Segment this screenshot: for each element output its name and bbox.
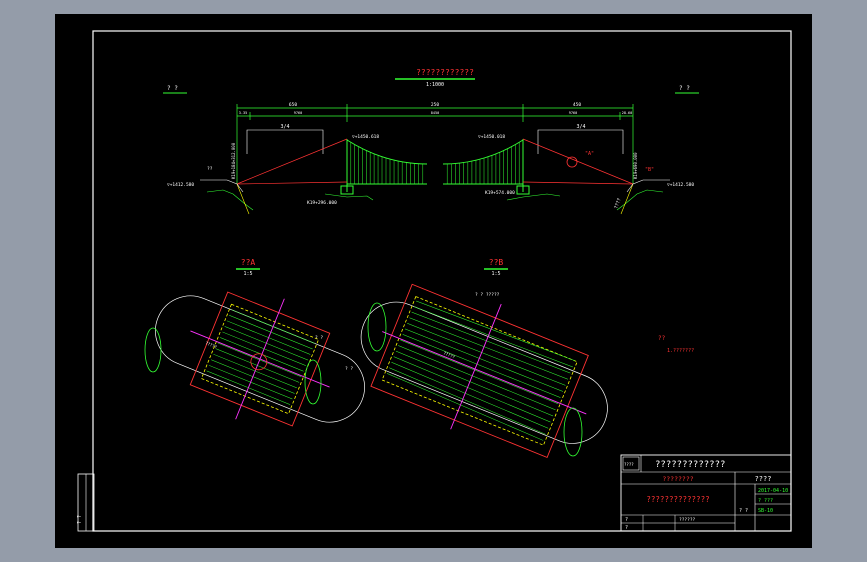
sheet-label: ? ??? <box>758 498 773 504</box>
drafting-line <box>409 317 569 380</box>
detail-a-marker[interactable] <box>566 156 578 168</box>
mark-b: "B" <box>645 167 654 173</box>
drawing-border <box>92 30 792 532</box>
drafting-line <box>404 328 564 392</box>
tb-row-c: ?????? <box>679 517 696 523</box>
drafting-line <box>393 356 551 423</box>
side-left: K19+184+312.000 <box>231 142 236 179</box>
level-right-bank: ▽+1412.580 <box>667 182 694 188</box>
detail-b[interactable]: ??B 1:5 ? ? ????? ????? ? ? <box>339 258 631 482</box>
dim-sub-4: 9760 <box>569 111 577 115</box>
elevation-title: ???????????? <box>416 68 474 77</box>
level-left-tower: ▽+1450.618 <box>352 134 379 140</box>
detail-a-label-end: ? ? <box>315 335 323 341</box>
dim-left: 650 <box>289 102 297 108</box>
detail-b-title: ??B <box>489 258 504 267</box>
cad-drawing[interactable]: ? ? ???????????? 1:1000 ? ? ? ? 650 250 … <box>55 14 812 548</box>
detail-a[interactable]: ??A 1:5 ????? ? ? <box>134 258 387 461</box>
drafting-line <box>413 306 573 368</box>
drawing-date: 2017-04-10 <box>758 488 788 494</box>
side-strip-label: ? ? <box>77 515 83 524</box>
drafting-line <box>400 339 559 404</box>
drafting-line <box>411 311 571 374</box>
detail-a-title: ??A <box>241 258 256 267</box>
level-right-tower: ▽+1450.018 <box>478 134 505 140</box>
cable-right-span <box>442 139 524 165</box>
elevation-view: ???????????? 1:1000 ? ? ? ? 650 250 450 … <box>163 68 699 215</box>
detail-b-label-left: ? ? <box>345 366 353 372</box>
dim-sub-5: 28.60 <box>622 111 633 115</box>
detail-a-scale: 1:5 <box>243 271 252 277</box>
tb-row-a: ? <box>625 517 628 523</box>
slope-right: 3/4 <box>576 124 585 130</box>
notes: ?? 1.??????? <box>658 335 694 354</box>
title-block: ???? ????????????? ???????? ???? ???????… <box>620 454 792 532</box>
scale-value: SB-10 <box>758 508 773 514</box>
dim-right: 450 <box>573 102 581 108</box>
drafting-line <box>391 361 549 429</box>
cable-left-span <box>346 139 428 165</box>
drafting-line <box>386 373 544 441</box>
drafting-line <box>402 334 561 398</box>
side-strip: ? ? <box>77 473 95 532</box>
drafting-line <box>398 345 556 411</box>
detail-b-slats <box>386 300 576 441</box>
logo-text: ???? <box>624 462 634 467</box>
project-name: ????????????? <box>655 460 725 470</box>
dim-sub-3: 8450 <box>431 111 439 115</box>
dim-sub-1: 3.35 <box>239 111 247 115</box>
notes-heading: ?? <box>658 335 666 342</box>
level-left-bank: ▽+1412.580 <box>167 182 194 188</box>
tb-row-b: ? <box>625 525 628 531</box>
tag-right: ???? <box>613 197 622 210</box>
chainage-right: K19+574.000 <box>485 190 515 196</box>
detail-b-label-top: ? ? ????? <box>475 292 500 298</box>
drawing-subtitle: ?????????????? <box>646 495 709 504</box>
drawing-name: ???????? <box>662 475 693 483</box>
notes-line-1: 1.??????? <box>667 348 694 354</box>
corner-label-left: ? ? <box>167 85 178 92</box>
scale-label: ? ? <box>739 508 748 514</box>
side-right: K19+690.000 <box>633 152 638 179</box>
slope-left: 3/4 <box>280 124 289 130</box>
corner-label-right: ? ? <box>679 85 690 92</box>
dim-total: 250 <box>431 102 439 108</box>
dim-sub-2: 9760 <box>294 111 302 115</box>
drawing-window: ? ? ???????????? 1:1000 ? ? ? ? 650 250 … <box>55 14 812 548</box>
mark-a: "A" <box>585 151 594 157</box>
elevation-scale: 1:1000 <box>426 82 444 88</box>
drafting-line <box>389 367 546 435</box>
drawing-no: ???? <box>755 475 772 483</box>
drafting-line <box>407 323 566 386</box>
tag-left: ?? <box>207 166 213 172</box>
chainage-left: K19+296.000 <box>307 200 337 206</box>
detail-b-scale: 1:5 <box>491 271 500 277</box>
